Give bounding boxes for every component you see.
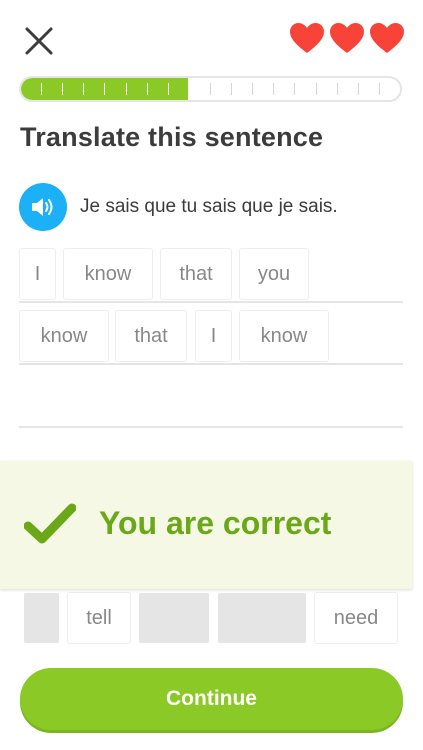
answer-word-chip[interactable]: that: [116, 311, 186, 361]
answer-line: [19, 426, 403, 428]
answer-word-chip[interactable]: you: [240, 249, 308, 299]
answer-word-chip[interactable]: know: [240, 311, 328, 361]
heart-icon: [370, 23, 404, 53]
continue-button[interactable]: Continue: [20, 668, 403, 730]
answer-line: [19, 363, 403, 365]
word-bank-placeholder: [24, 593, 59, 643]
progress-tick: [232, 83, 254, 95]
word-bank-chip[interactable]: need: [315, 593, 397, 643]
progress-tick: [105, 83, 127, 95]
speaker-icon: [32, 198, 53, 216]
progress-tick: [295, 83, 317, 95]
word-bank-chip[interactable]: tell: [68, 593, 130, 643]
progress-tick: [359, 83, 380, 95]
answer-word-chip[interactable]: that: [161, 249, 231, 299]
play-audio-button[interactable]: [19, 183, 67, 231]
checkmark-icon: [24, 503, 76, 544]
progress-ticks: [21, 78, 400, 100]
answer-word-chip[interactable]: know: [20, 311, 108, 361]
page-title: Translate this sentence: [20, 122, 324, 152]
feedback-message: You are correct: [99, 505, 332, 541]
progress-tick: [127, 83, 148, 95]
progress-tick: [148, 83, 169, 95]
heart-icon: [330, 23, 364, 53]
progress-tick: [169, 83, 190, 95]
word-bank-placeholder: [139, 593, 209, 643]
progress-tick: [380, 83, 400, 95]
lesson-progress-bar: [19, 76, 402, 102]
answer-word-chip[interactable]: I: [196, 311, 231, 361]
answer-word-chip[interactable]: I: [20, 249, 55, 299]
progress-tick: [253, 83, 275, 95]
banner-ribbon-tail: [390, 461, 412, 589]
progress-tick: [84, 83, 106, 95]
progress-tick: [338, 83, 359, 95]
progress-tick: [317, 83, 338, 95]
source-sentence: Je sais que tu sais que je sais.: [80, 196, 338, 217]
progress-tick: [42, 83, 64, 95]
progress-tick: [274, 83, 296, 95]
progress-tick: [21, 83, 43, 95]
hearts: [289, 22, 405, 54]
close-button[interactable]: [22, 24, 56, 58]
answer-line: [19, 301, 403, 303]
answer-word-chip[interactable]: know: [64, 249, 152, 299]
progress-tick: [190, 83, 211, 95]
heart-icon: [290, 23, 324, 53]
word-bank-placeholder: [218, 593, 306, 643]
close-icon: [25, 27, 53, 55]
progress-tick: [211, 83, 233, 95]
progress-tick: [63, 83, 85, 95]
